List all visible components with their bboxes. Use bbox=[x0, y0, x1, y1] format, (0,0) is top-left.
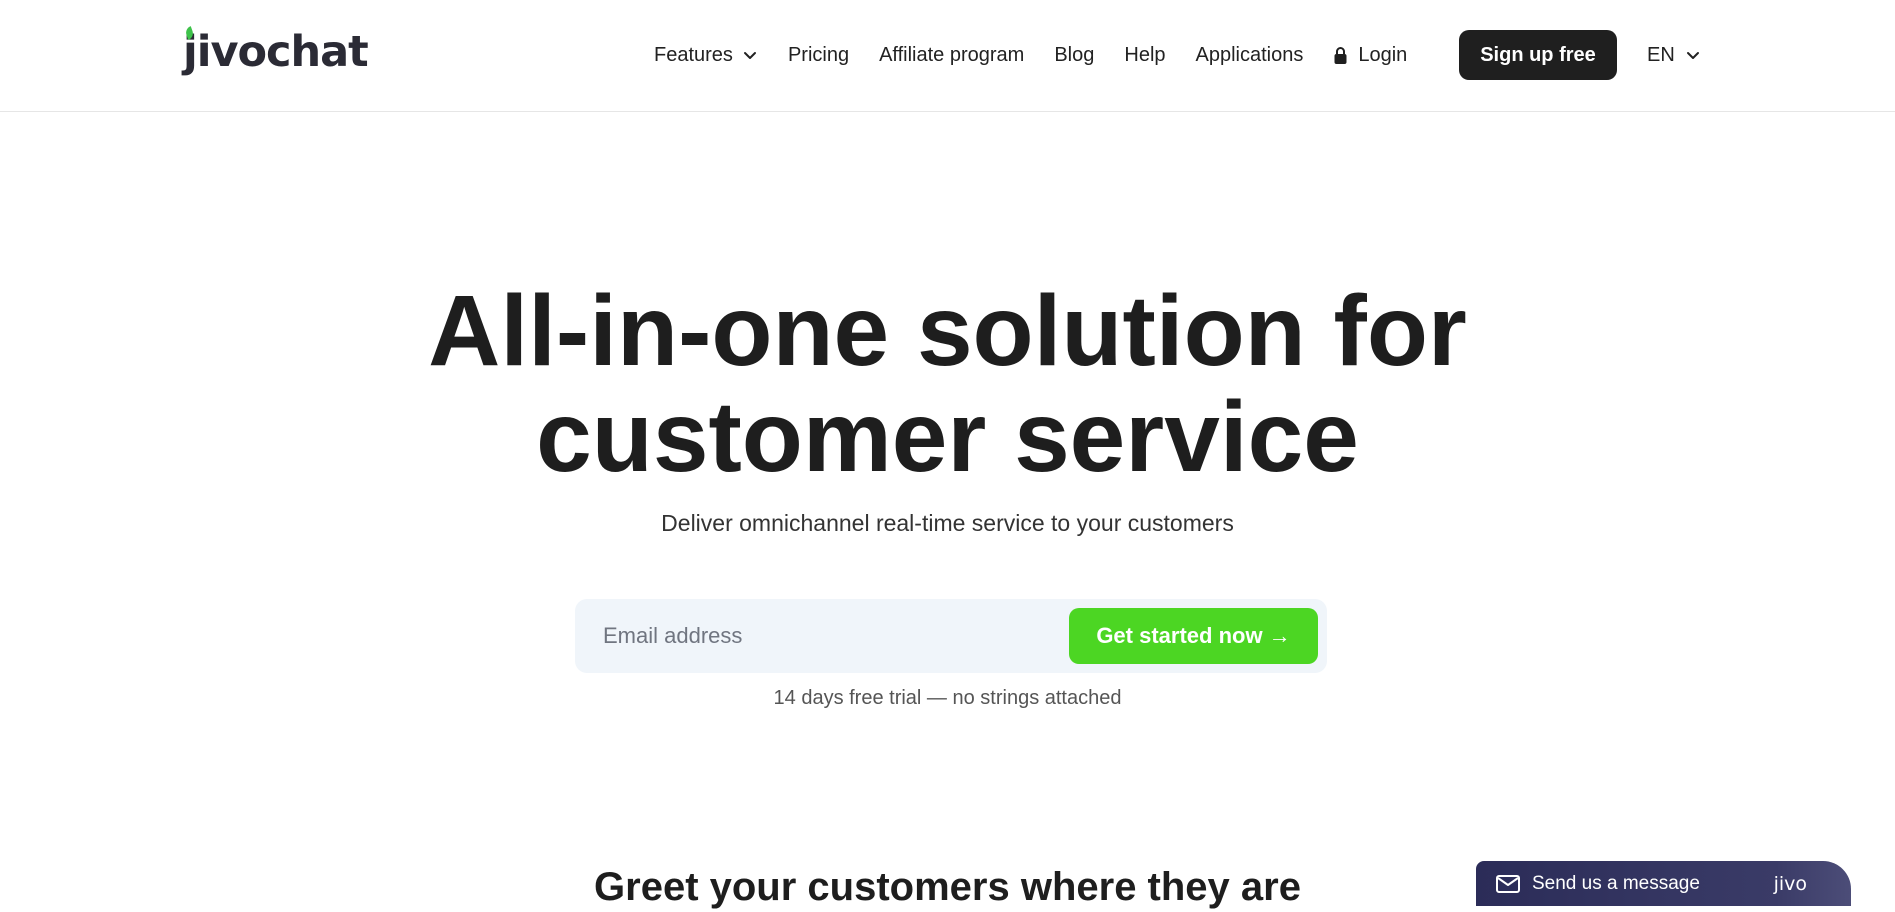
envelope-icon bbox=[1496, 874, 1520, 893]
nav-item-features-label: Features bbox=[654, 43, 733, 66]
jivochat-logo[interactable]: jivochat bbox=[183, 26, 369, 78]
login-label: Login bbox=[1358, 43, 1408, 66]
chat-widget[interactable]: Send us a message jivo bbox=[1476, 861, 1851, 906]
sign-up-free-button[interactable]: Sign up free bbox=[1459, 30, 1617, 80]
get-started-button[interactable]: Get started now → bbox=[1069, 608, 1318, 664]
language-selector[interactable]: EN bbox=[1647, 30, 1701, 80]
main-nav: Features Pricing Affiliate program Blog … bbox=[654, 30, 1437, 80]
hero-title-line-2: customer service bbox=[536, 381, 1359, 493]
nav-item-pricing[interactable]: Pricing bbox=[788, 44, 849, 67]
language-label: EN bbox=[1647, 43, 1675, 66]
hero-subtitle: Deliver omnichannel real-time service to… bbox=[661, 510, 1234, 536]
chevron-down-icon bbox=[1686, 52, 1699, 59]
nav-item-applications[interactable]: Applications bbox=[1196, 44, 1304, 67]
login-link[interactable]: Login bbox=[1333, 44, 1407, 67]
hero-title: All-in-one solution for customer service bbox=[0, 278, 1895, 490]
trial-note: 14 days free trial — no strings attached bbox=[773, 687, 1122, 709]
jivo-brand-logo: jivo bbox=[1773, 872, 1807, 895]
nav-item-features[interactable]: Features bbox=[654, 44, 758, 67]
nav-item-affiliate-program[interactable]: Affiliate program bbox=[879, 44, 1024, 67]
email-input[interactable] bbox=[601, 611, 1101, 661]
chevron-down-icon bbox=[743, 52, 756, 59]
hero-title-line-1: All-in-one solution for bbox=[428, 275, 1467, 387]
chat-widget-label: Send us a message bbox=[1532, 872, 1700, 894]
nav-item-blog[interactable]: Blog bbox=[1054, 44, 1094, 67]
logo-text: jivochat bbox=[183, 27, 369, 77]
signup-form: Get started now → bbox=[575, 599, 1327, 673]
site-header: jivochat Features Pricing Affiliate prog… bbox=[0, 0, 1895, 112]
nav-item-help[interactable]: Help bbox=[1124, 44, 1165, 67]
lock-icon bbox=[1334, 46, 1347, 64]
